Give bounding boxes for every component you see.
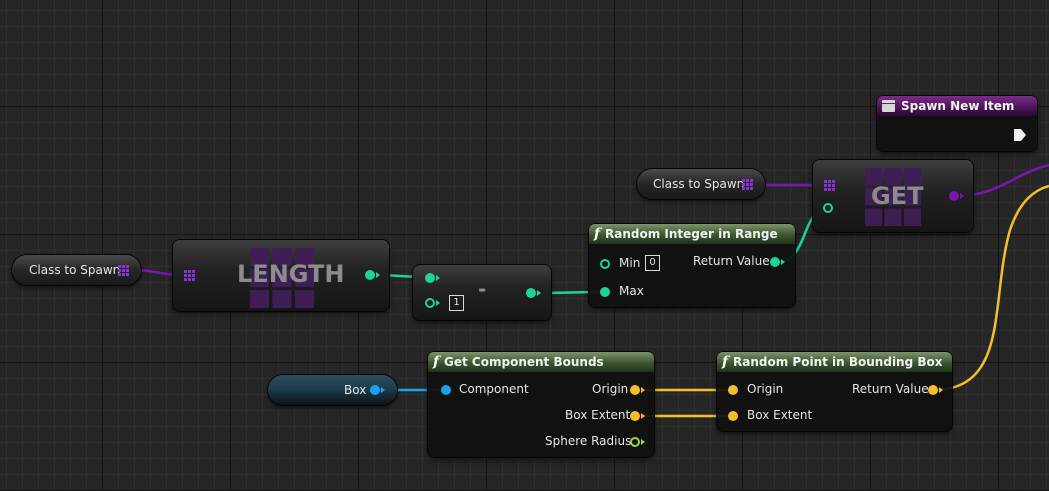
random-integer-in-range-node[interactable]: f Random Integer in Range Min 0 Return V…: [589, 224, 795, 307]
max-label: Max: [619, 284, 644, 298]
subtract-node[interactable]: 1 -: [413, 265, 551, 320]
subtract-output-pin[interactable]: [526, 288, 536, 298]
origin-label: Origin: [592, 382, 629, 396]
exec-arrow-icon[interactable]: [1013, 128, 1027, 142]
class-to-spawn-label: Class to Spawn: [29, 263, 121, 277]
class-to-spawn-node-top[interactable]: Class to Spawn: [637, 169, 765, 199]
min-label: Min: [619, 256, 641, 270]
pin-arrow: [436, 300, 440, 306]
random-point-in-bounding-box-node[interactable]: f Random Point in Bounding Box Origin Re…: [717, 352, 952, 431]
subtract-input-a-pin[interactable]: [425, 273, 435, 283]
get-node[interactable]: GET: [813, 160, 973, 232]
origin-output-pin[interactable]: [630, 385, 640, 395]
sphere-radius-output-pin[interactable]: [630, 437, 640, 447]
length-output-pin[interactable]: [365, 270, 375, 280]
box-output-pin[interactable]: [370, 385, 380, 395]
get-index-pin[interactable]: [823, 203, 833, 213]
custom-event-box-icon: [882, 100, 895, 112]
spawn-new-item-title: Spawn New Item: [901, 99, 1015, 113]
return-value-label: Return Value: [693, 254, 770, 268]
function-f-icon: f: [433, 354, 440, 370]
length-node[interactable]: LENGTH: [173, 240, 389, 311]
class-to-spawn-label: Class to Spawn: [653, 177, 745, 191]
pin-arrow: [376, 272, 380, 278]
min-value[interactable]: 0: [645, 255, 660, 271]
array-grid-icon[interactable]: [118, 265, 129, 276]
subtract-input-b-pin[interactable]: [425, 298, 435, 308]
get-component-bounds-node[interactable]: f Get Component Bounds Component Origin …: [428, 352, 654, 457]
node-header[interactable]: f Random Point in Bounding Box: [717, 352, 952, 372]
box-variable-node[interactable]: Box: [268, 375, 397, 405]
random-integer-title: Random Integer in Range: [605, 227, 778, 241]
pin-arrow: [537, 290, 541, 296]
pin-arrow: [381, 387, 385, 393]
pin-arrow: [781, 259, 785, 265]
pin-arrow: [960, 193, 964, 199]
return-value-label: Return Value: [852, 382, 929, 396]
spawn-new-item-node[interactable]: Spawn New Item: [877, 96, 1037, 151]
array-grid-icon[interactable]: [742, 179, 753, 190]
node-header[interactable]: Spawn New Item: [877, 96, 1037, 116]
length-title: LENGTH: [237, 260, 345, 288]
get-output-pin[interactable]: [949, 191, 959, 201]
origin-input-pin[interactable]: [728, 385, 738, 395]
return-value-pin[interactable]: [770, 257, 780, 267]
box-extent-label: Box Extent: [565, 408, 631, 422]
node-header[interactable]: f Random Integer in Range: [589, 224, 795, 244]
box-extent-output-pin[interactable]: [630, 411, 640, 421]
box-label: Box: [344, 383, 367, 397]
function-f-icon: f: [594, 226, 601, 242]
function-f-icon: f: [722, 354, 729, 370]
component-pin[interactable]: [441, 385, 451, 395]
array-grid-icon[interactable]: [824, 180, 835, 191]
class-to-spawn-node-left[interactable]: Class to Spawn: [12, 255, 141, 285]
component-label: Component: [459, 382, 529, 396]
pin-arrow: [436, 275, 440, 281]
origin-label: Origin: [747, 382, 784, 396]
array-grid-icon[interactable]: [184, 270, 195, 281]
pin-arrow: [641, 413, 645, 419]
return-value-pin[interactable]: [928, 385, 938, 395]
box-extent-label: Box Extent: [747, 408, 813, 422]
subtract-b-value[interactable]: 1: [449, 295, 464, 311]
pin-arrow: [939, 387, 943, 393]
min-pin[interactable]: [600, 259, 610, 269]
random-point-title: Random Point in Bounding Box: [733, 355, 943, 369]
subtract-title: -: [478, 277, 487, 301]
box-extent-input-pin[interactable]: [728, 411, 738, 421]
pin-arrow: [641, 387, 645, 393]
max-pin[interactable]: [600, 287, 610, 297]
get-title: GET: [871, 182, 924, 210]
sphere-radius-label: Sphere Radius: [545, 434, 632, 448]
node-header[interactable]: f Get Component Bounds: [428, 352, 654, 372]
pin-arrow: [641, 439, 645, 445]
get-component-bounds-title: Get Component Bounds: [444, 355, 604, 369]
